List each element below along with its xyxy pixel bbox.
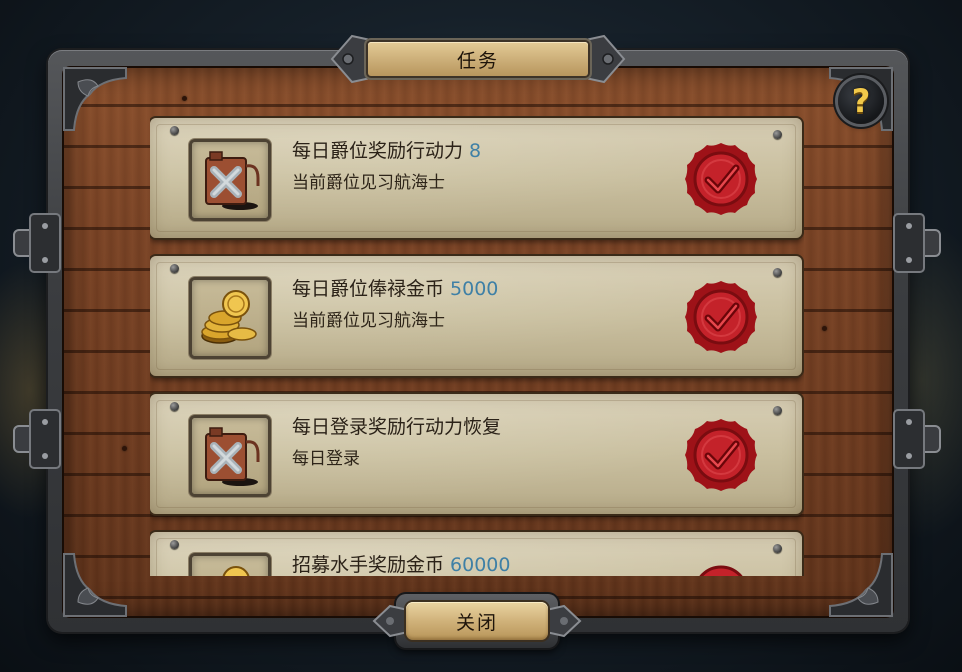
quest-title: 每日爵位俸禄金币 5000	[292, 278, 499, 300]
help-button[interactable]: ?	[838, 78, 884, 124]
close-button[interactable]: 关闭	[406, 602, 548, 640]
quest-subtitle: 每日登录	[292, 449, 360, 469]
hinge-right-bottom-icon	[886, 404, 944, 474]
hinge-right-top-icon	[886, 208, 944, 278]
rivet-icon	[773, 544, 782, 553]
quest-reward-value: 5000	[450, 278, 499, 300]
question-mark-icon: ?	[851, 82, 871, 120]
quest-reward-value: 60000	[450, 554, 511, 576]
quest-title: 每日爵位奖励行动力 8	[292, 140, 482, 162]
quest-item[interactable]: 招募水手奖励金币 60000	[150, 532, 802, 576]
rivet-icon	[773, 268, 782, 277]
quest-list[interactable]: 每日爵位奖励行动力 8 当前爵位见习航海士 每日爵位俸禄金币 5000 当前爵位…	[150, 114, 804, 576]
quest-title: 招募水手奖励金币 60000	[292, 554, 511, 576]
hinge-left-bottom-icon	[10, 404, 68, 474]
quest-subtitle: 当前爵位见习航海士	[292, 173, 445, 193]
hinge-left-top-icon	[10, 208, 68, 278]
plank-knot	[122, 446, 127, 451]
corner-ornament-top-left-icon	[60, 64, 130, 134]
rivet-icon	[773, 406, 782, 415]
rivet-icon	[170, 402, 179, 411]
window-title: 任务	[456, 49, 499, 72]
fuel-canister-icon	[192, 418, 268, 494]
red-wax-seal-check-icon[interactable]	[682, 140, 760, 218]
close-cap-left-icon	[370, 602, 410, 640]
quest-reward-value: 8	[469, 140, 482, 162]
rivet-icon	[170, 126, 179, 135]
gold-coins-icon	[192, 280, 268, 356]
corner-ornament-bottom-right-icon	[826, 550, 896, 620]
title-plate: 任务	[368, 42, 588, 76]
rivet-icon	[773, 130, 782, 139]
gold-coins-icon	[192, 556, 268, 576]
close-button-label: 关闭	[455, 611, 498, 634]
title-banner: 任务	[322, 28, 634, 90]
quest-item[interactable]: 每日爵位俸禄金币 5000 当前爵位见习航海士	[150, 256, 802, 376]
red-wax-seal-check-icon[interactable]	[682, 416, 760, 494]
close-button-group: 关闭	[370, 588, 584, 654]
plank-knot	[182, 96, 187, 101]
rivet-icon	[170, 540, 179, 549]
quest-title: 每日登录奖励行动力恢复	[292, 416, 502, 438]
red-wax-seal-check-icon[interactable]	[682, 554, 760, 576]
close-cap-right-icon	[544, 602, 584, 640]
rivet-icon	[170, 264, 179, 273]
red-wax-seal-check-icon[interactable]	[682, 278, 760, 356]
plank-knot	[822, 326, 827, 331]
corner-ornament-bottom-left-icon	[60, 550, 130, 620]
quest-item[interactable]: 每日爵位奖励行动力 8 当前爵位见习航海士	[150, 118, 802, 238]
quest-subtitle: 当前爵位见习航海士	[292, 311, 445, 331]
quest-item[interactable]: 每日登录奖励行动力恢复 每日登录	[150, 394, 802, 514]
fuel-canister-icon	[192, 142, 268, 218]
